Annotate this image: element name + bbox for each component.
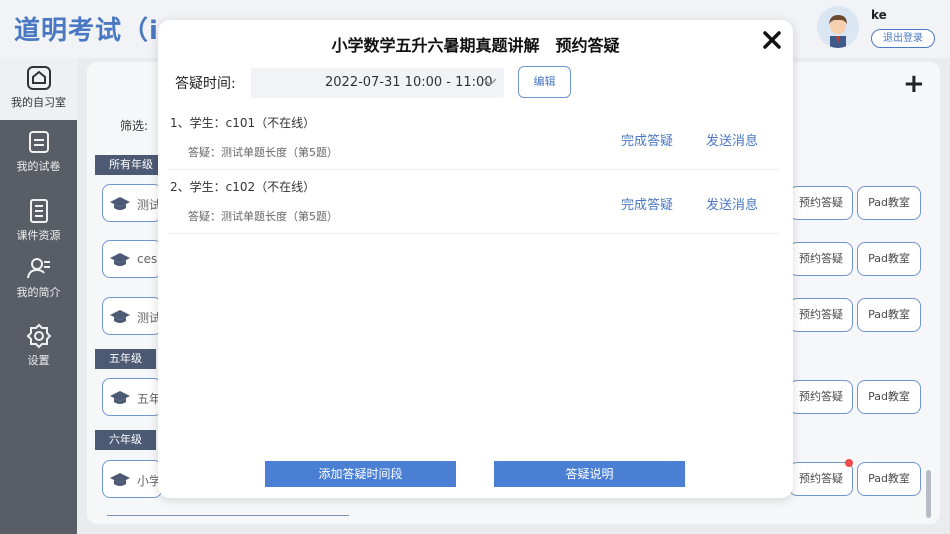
avatar[interactable]	[817, 6, 859, 48]
graduation-cap-icon	[110, 391, 130, 404]
pad-classroom-button[interactable]: Pad教室	[857, 380, 921, 414]
scrollbar-thumb[interactable]	[926, 470, 931, 518]
pad-classroom-button[interactable]: Pad教室	[857, 298, 921, 332]
chevron-down-icon	[483, 78, 497, 87]
time-slot-value: 2022-07-31 10:00 - 11:00	[325, 75, 493, 90]
sidebar-item-papers[interactable]: 我的试卷	[0, 122, 77, 184]
gear-icon	[26, 323, 51, 349]
sidebar-item-label: 设置	[27, 354, 50, 367]
time-label: 答疑时间:	[175, 76, 236, 92]
sidebar-item-label: 我的简介	[16, 286, 61, 299]
question-detail: 答疑：测试单题长度（第5题）	[188, 146, 338, 159]
sidebar-item-label: 课件资源	[16, 229, 61, 242]
course-card[interactable]: 五年	[102, 378, 162, 416]
divider	[107, 515, 349, 516]
book-qa-button[interactable]: 预约答疑	[789, 380, 853, 414]
book-qa-button[interactable]: 预约答疑	[789, 186, 853, 220]
course-card[interactable]: 测试	[102, 297, 162, 335]
send-message-link[interactable]: 发送消息	[706, 194, 758, 213]
logout-button[interactable]: 退出登录	[871, 29, 935, 48]
home-icon	[26, 66, 51, 90]
question-detail: 答疑：测试单题长度（第5题）	[188, 210, 338, 223]
graduation-cap-icon	[110, 253, 130, 266]
close-icon[interactable]	[762, 30, 782, 50]
plus-icon[interactable]: +	[903, 71, 925, 97]
book-qa-button[interactable]: 预约答疑	[789, 242, 853, 276]
complete-qa-link[interactable]: 完成答疑	[621, 130, 673, 149]
grade-tag-grade6[interactable]: 六年级	[95, 430, 156, 450]
student-name: 1、学生：c101（不在线）	[170, 116, 316, 130]
paper-icon	[28, 131, 49, 153]
student-name: 2、学生：c102（不在线）	[170, 180, 316, 194]
app-title: 道明考试（in	[14, 16, 179, 46]
sidebar-item-label: 我的试卷	[16, 160, 61, 173]
add-time-slot-button[interactable]: 添加答疑时间段	[265, 461, 456, 487]
sidebar-item-profile[interactable]: 我的简介	[0, 248, 77, 310]
list-item: 1、学生：c101（不在线） 答疑：测试单题长度（第5题） 完成答疑 发送消息	[168, 106, 780, 170]
notification-dot	[845, 459, 853, 467]
course-card[interactable]: 测试	[102, 184, 162, 222]
graduation-cap-icon	[110, 473, 130, 486]
sidebar-item-study-room[interactable]: 我的自习室	[0, 58, 77, 120]
course-card[interactable]: 小学	[102, 460, 162, 498]
avatar-icon	[817, 6, 859, 48]
modal-title: 小学数学五升六暑期真题讲解 预约答疑	[331, 36, 620, 55]
sidebar-item-settings[interactable]: 设置	[0, 316, 77, 378]
booking-modal: 小学数学五升六暑期真题讲解 预约答疑 答疑时间: 2022-07-31 10:0…	[158, 20, 793, 498]
pad-classroom-button[interactable]: Pad教室	[857, 462, 921, 496]
sidebar: 我的自习室 我的试卷 课件资源 我的简介 设置	[0, 58, 77, 534]
user-name: ke	[871, 8, 887, 22]
filter-label: 筛选:	[120, 119, 149, 133]
list-item: 2、学生：c102（不在线） 答疑：测试单题长度（第5题） 完成答疑 发送消息	[168, 170, 780, 234]
sidebar-item-label: 我的自习室	[11, 96, 66, 109]
grade-tag-grade5[interactable]: 五年级	[95, 349, 156, 369]
edit-button[interactable]: 编辑	[518, 66, 571, 98]
graduation-cap-icon	[110, 197, 130, 210]
pad-classroom-button[interactable]: Pad教室	[857, 242, 921, 276]
graduation-cap-icon	[110, 310, 130, 323]
grade-tag-all[interactable]: 所有年级	[95, 155, 167, 175]
book-qa-button[interactable]: 预约答疑	[789, 462, 853, 496]
book-qa-button[interactable]: 预约答疑	[789, 298, 853, 332]
profile-icon	[26, 258, 50, 279]
qa-instructions-button[interactable]: 答疑说明	[494, 461, 685, 487]
time-slot-select[interactable]: 2022-07-31 10:00 - 11:00	[251, 68, 504, 98]
document-icon	[29, 199, 48, 223]
send-message-link[interactable]: 发送消息	[706, 130, 758, 149]
complete-qa-link[interactable]: 完成答疑	[621, 194, 673, 213]
pad-classroom-button[interactable]: Pad教室	[857, 186, 921, 220]
sidebar-item-resources[interactable]: 课件资源	[0, 191, 77, 253]
course-card[interactable]: cesh	[102, 240, 162, 278]
